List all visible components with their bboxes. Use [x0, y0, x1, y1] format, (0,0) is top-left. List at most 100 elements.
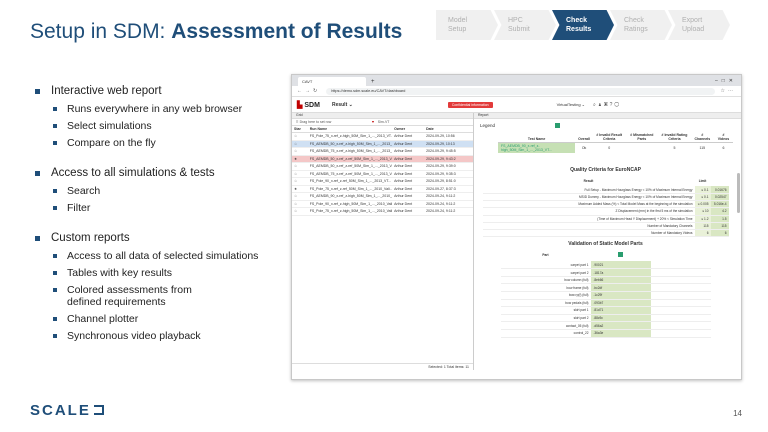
validation-row: contact_05 (full) .d56a2 [500, 321, 711, 330]
part-header: Part [542, 253, 549, 258]
criterion: Maximum Added Mass (%) < Total Model Mas… [482, 200, 695, 209]
step-check-results: Check Results [552, 10, 614, 40]
validation-row: carpet part 2.1817a [500, 268, 711, 277]
bullet-access: Access to all simulations & tests [33, 167, 283, 179]
run-name: FS_AEMDB_75_x-ref_z-ref_50M_Sim_1_..._20… [307, 170, 393, 178]
step-export-upload: Export Upload [668, 10, 730, 40]
criterion: MSID Dummy - Maximum Hourglass Energy < … [482, 193, 695, 202]
quality-title: Quality Criteria for EuroNCAP [570, 167, 641, 174]
page-number: 14 [733, 409, 742, 418]
star-icon[interactable]: ☆ [292, 200, 308, 208]
criterion: Number of Mandatory Channels [482, 222, 695, 230]
summary-header: # Videos [717, 133, 730, 142]
date: 2024-09-24, 9:11:2 [424, 192, 473, 201]
star-icon[interactable]: ☆ [292, 207, 308, 216]
part-hash: .d56a2 [590, 321, 651, 330]
star-icon[interactable]: ★ [292, 155, 308, 163]
star-icon[interactable]: ☆ [292, 192, 308, 201]
part-hash: .bc2df [590, 283, 651, 292]
url-field[interactable]: https://demo.sdm.scale.eu/CAVT/dashboard [326, 87, 715, 95]
validation-row: control_22.36a3e [500, 329, 711, 338]
date: 2024-09-24, 9:11:2 [424, 207, 473, 216]
criterion: Full Setup - Maximum Hourglass Energy < … [482, 186, 695, 195]
report-scrollbar[interactable] [737, 173, 740, 213]
part-hash: .8eb66 [590, 276, 651, 285]
summary-header: Test Name [527, 137, 546, 142]
part-hash: .093b7 [590, 299, 651, 308]
table-row[interactable]: ★ FS_Pole_75_x-ref_z-ref_50M_Sim_1_..._20… [292, 185, 473, 193]
run-name: FS_AEMDB_75_x-ref_z-high_50M_Sim_1_..._2… [307, 147, 393, 156]
owner: Arthur Dent [392, 192, 425, 201]
toolbar-icons[interactable]: ⌕♟▣?◯ [593, 102, 621, 108]
bullet-custom-3: Colored assessments from defined require… [33, 284, 283, 308]
app-header: ▙ SDM Result ⌄ Confidential information V… [292, 97, 741, 113]
chevron-down-icon: ⌄ [348, 101, 353, 108]
summary-table: Test Name Overall # Invalid Result Criteri… [498, 132, 733, 154]
validation-row: bow rp(f) (full) .1c29f [500, 291, 711, 300]
nav-arrows-icon[interactable]: ←→↻ [297, 88, 320, 94]
result-menu[interactable]: Result ⌄ [332, 102, 353, 108]
owner: Arthur Dent [392, 155, 425, 163]
star-icon[interactable]: ☆ [292, 132, 308, 141]
table-row[interactable]: ☆ FS_AEMDB_75_x-ref_z-high_50M_Sim_1_..._… [292, 147, 473, 156]
value: 4.2 [710, 207, 729, 216]
table-row[interactable]: ☆ FS_Pole_90_x-ref_z-ref_50M_Sim_1_..._20… [292, 177, 473, 186]
star-icon[interactable]: ☆ [292, 170, 308, 178]
table-row[interactable]: ☆ FS_AEMDB_50_x-ref_z-ref_50M_Sim_1_..._2… [292, 162, 473, 171]
owner: Arthur Dent [392, 207, 425, 216]
table-row[interactable]: ☆ FS_Pole_75_x-ref_z-high_50M_Sim_1_..._2… [292, 207, 473, 216]
star-icon[interactable]: ★ [292, 185, 308, 193]
browser-menu-icon[interactable]: ☆⋯ [721, 88, 736, 94]
date: 2024-09-29, 9:35:3 [424, 170, 473, 178]
step-model-setup: Model Setup [436, 10, 498, 40]
bullet-custom-4: Channel plotter [33, 313, 283, 325]
star-icon[interactable]: ☆ [292, 162, 308, 171]
quality-row: MSID Dummy - Maximum Hourglass Energy < … [482, 193, 729, 202]
table-row[interactable]: ☆ FS_AEMDB_75_x-ref_z-ref_50M_Sim_1_..._2… [292, 170, 473, 178]
star-icon[interactable]: ☆ [292, 177, 308, 186]
part-name: bow rp(f) (full) [500, 291, 591, 300]
step-check-ratings: Check Ratings [610, 10, 672, 40]
limit: 6 [694, 229, 711, 238]
table-row[interactable]: ☆ FS_Pole_90_x-ref_z-high_50M_Sim_1_..._2… [292, 200, 473, 208]
user-menu[interactable]: VirtualTesting ⌄ [557, 102, 585, 107]
criterion: Number of Mandatory Videos [482, 229, 695, 238]
owner: Arthur Dent [392, 185, 425, 193]
quality-table: Result Limit Full Setup - Maximum Hourgla… [482, 176, 729, 238]
filter-icon[interactable]: ▼ [371, 120, 374, 124]
star-icon[interactable]: ☆ [292, 147, 308, 156]
window-controls-icon[interactable]: –□✕ [711, 78, 741, 86]
report-tab[interactable]: Report [474, 113, 741, 119]
bullet-access-2: Filter [33, 202, 283, 214]
run-name: FS_AEMDB_50_x-ref_z-ref_50M_Sim_1_..._20… [307, 162, 393, 171]
criterion: Z Displacement (mm) in the first 5 ms of… [482, 207, 695, 216]
owner: Arthur Dent [392, 132, 425, 141]
summary-header: Overall [578, 137, 591, 142]
browser-tab[interactable]: CAVT [298, 77, 366, 86]
validation-row: skirt part 1.81d71 [500, 306, 711, 315]
table-row[interactable]: ★ FS_AEMDB_50_x-ref_z-ref_50M_Sim_1_..._2… [292, 155, 473, 163]
part-name: skirt part 2 [500, 314, 591, 323]
star-icon[interactable]: ☆ [292, 140, 308, 148]
filter-value[interactable]: Sim-VT [378, 120, 390, 124]
bullet-custom-1: Access to all data of selected simulatio… [33, 250, 283, 262]
process-steps: Model Setup HPC Submit Check Results Che… [436, 10, 730, 40]
value: 0.02547 [710, 193, 729, 202]
new-tab-icon[interactable]: + [371, 79, 375, 86]
summary-header: # Invalid Rating Criteria [661, 133, 688, 142]
table-row[interactable]: ☆ FS_AEMDB_90_x-ref_z-high_50M_Sim_1_..._… [292, 192, 473, 201]
owner: Arthur Dent [392, 147, 425, 156]
date: 2024-09-24, 9:11:2 [424, 200, 473, 208]
summary-header: # Mismatched Parts [630, 133, 654, 142]
quality-header: Result [583, 179, 594, 184]
quality-header: Limit [698, 179, 707, 184]
table-row[interactable]: ☆ FS_Pole_75_x-ref_z-high_50M_Sim_1_..._2… [292, 132, 473, 141]
summary-cell[interactable]: FS_AEMDB_90_x-ref_z-high_50M_Sim_1_..._2… [498, 142, 576, 154]
value: 5.016e-4 [710, 200, 729, 209]
table-row[interactable]: ☆ FS_AEMDB_50_x-ref_z-high_50M_Sim_1_..._… [292, 140, 473, 148]
drop-hint: Drag here to set row [299, 120, 332, 124]
scale-logo: SCALE [30, 401, 104, 419]
owner: Arthur Dent [392, 162, 425, 171]
part-hash: .81d71 [590, 306, 651, 315]
run-name: FS_Pole_75_x-ref_z-high_50M_Sim_1_..._20… [307, 132, 393, 141]
